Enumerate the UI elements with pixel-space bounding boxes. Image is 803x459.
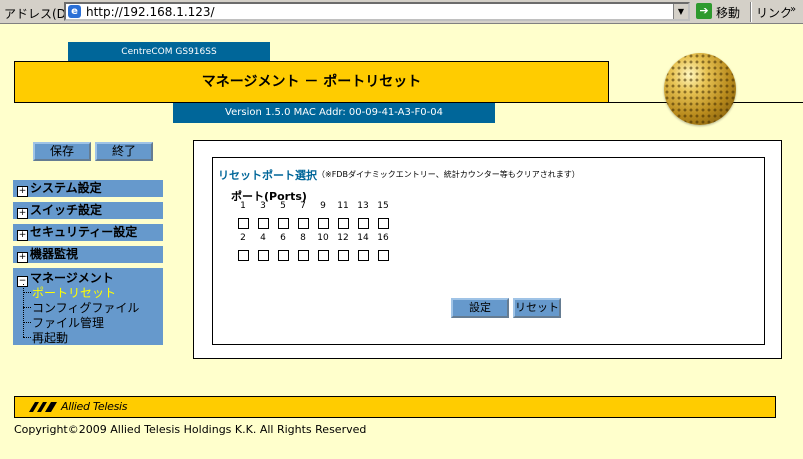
menu-security-settings[interactable]: + セキュリティー設定 <box>13 224 163 241</box>
port-checkbox[interactable] <box>298 250 309 261</box>
ie-page-icon: e <box>68 5 81 18</box>
expand-icon: + <box>17 252 28 263</box>
address-label: アドレス(D) <box>4 7 71 21</box>
port-checkbox[interactable] <box>238 218 249 229</box>
port-number-label: 16 <box>377 233 389 243</box>
expand-icon: + <box>17 208 28 219</box>
menu-management: − マネージメント ポートリセット コンフィグファイル ファイル管理 再起動 <box>13 268 163 345</box>
menu-label: スイッチ設定 <box>30 203 103 217</box>
menu-label: セキュリティー設定 <box>30 225 138 239</box>
menu-label: 機器監視 <box>30 247 79 261</box>
page-title: マネージメント － ポートリセット <box>14 61 609 103</box>
address-input[interactable]: e http://192.168.1.123/ ▼ <box>64 2 690 21</box>
address-dropdown-icon[interactable]: ▼ <box>673 4 688 19</box>
submenu-reboot[interactable]: 再起動 <box>23 329 68 346</box>
toolbar-separator <box>750 2 752 22</box>
version-info: Version 1.5.0 MAC Addr: 00-09-41-A3-F0-0… <box>173 103 495 123</box>
port-checkbox[interactable] <box>278 250 289 261</box>
links-chevron-icon[interactable]: » <box>790 4 796 15</box>
port-number-label: 1 <box>240 201 246 211</box>
port-checkbox[interactable] <box>338 250 349 261</box>
go-arrow-icon: ➔ <box>696 3 712 19</box>
port-number-label: 14 <box>357 233 369 243</box>
footer-bar: Allied Telesis <box>14 396 776 418</box>
footer-logo-text: Allied Telesis <box>61 400 128 413</box>
menu-switch-settings[interactable]: + スイッチ設定 <box>13 202 163 219</box>
port-number-label: 7 <box>300 201 306 211</box>
allied-telesis-logo-icon <box>29 402 57 412</box>
port-checkbox[interactable] <box>358 218 369 229</box>
port-number-label: 5 <box>280 201 286 211</box>
port-checkbox[interactable] <box>278 218 289 229</box>
port-checkbox[interactable] <box>378 250 389 261</box>
port-number-label: 9 <box>320 201 326 211</box>
port-number-label: 8 <box>300 233 306 243</box>
globe-pattern <box>664 53 736 125</box>
address-bar: アドレス(D) e http://192.168.1.123/ ▼ ➔ 移動 リ… <box>0 0 803 24</box>
port-number-label: 10 <box>317 233 329 243</box>
port-number-label: 3 <box>260 201 266 211</box>
globe-logo-icon <box>664 53 736 125</box>
end-button[interactable]: 終了 <box>95 142 153 161</box>
port-checkbox[interactable] <box>378 218 389 229</box>
go-button[interactable]: ➔ 移動 <box>694 2 748 21</box>
port-checkbox[interactable] <box>318 250 329 261</box>
menu-label: マネージメント <box>30 271 114 285</box>
port-checkbox[interactable] <box>258 218 269 229</box>
menu-label: システム設定 <box>30 181 102 195</box>
address-url: http://192.168.1.123/ <box>86 5 215 19</box>
main-panel: リセットポート選択 （※FDBダイナミックエントリー、統計カウンター等もクリアさ… <box>193 140 782 359</box>
menu-system-settings[interactable]: + システム設定 <box>13 180 163 197</box>
set-button[interactable]: 設定 <box>451 298 509 318</box>
links-button[interactable]: リンク <box>756 4 792 21</box>
port-number-label: 2 <box>240 233 246 243</box>
port-number-label: 6 <box>280 233 286 243</box>
port-checkbox[interactable] <box>298 218 309 229</box>
port-number-label: 4 <box>260 233 266 243</box>
port-checkbox[interactable] <box>238 250 249 261</box>
port-checkbox[interactable] <box>318 218 329 229</box>
port-number-label: 11 <box>337 201 349 211</box>
expand-icon: + <box>17 230 28 241</box>
port-checkbox[interactable] <box>338 218 349 229</box>
reset-button[interactable]: リセット <box>513 298 561 318</box>
model-name: CentreCOM GS916SS <box>68 42 270 62</box>
port-number-label: 12 <box>337 233 349 243</box>
go-label: 移動 <box>716 6 741 20</box>
port-checkbox[interactable] <box>358 250 369 261</box>
save-button[interactable]: 保存 <box>33 142 91 161</box>
port-checkbox[interactable] <box>258 250 269 261</box>
section-note: （※FDBダイナミックエントリー、統計カウンター等もクリアされます） <box>317 170 580 179</box>
port-number-label: 15 <box>377 201 389 211</box>
copyright: Copyright©2009 Allied Telesis Holdings K… <box>14 423 367 436</box>
port-number-label: 13 <box>357 201 369 211</box>
section-title: リセットポート選択 <box>218 169 317 182</box>
menu-device-monitoring[interactable]: + 機器監視 <box>13 246 163 263</box>
port-reset-form: リセットポート選択 （※FDBダイナミックエントリー、統計カウンター等もクリアさ… <box>212 157 765 345</box>
expand-icon: + <box>17 186 28 197</box>
